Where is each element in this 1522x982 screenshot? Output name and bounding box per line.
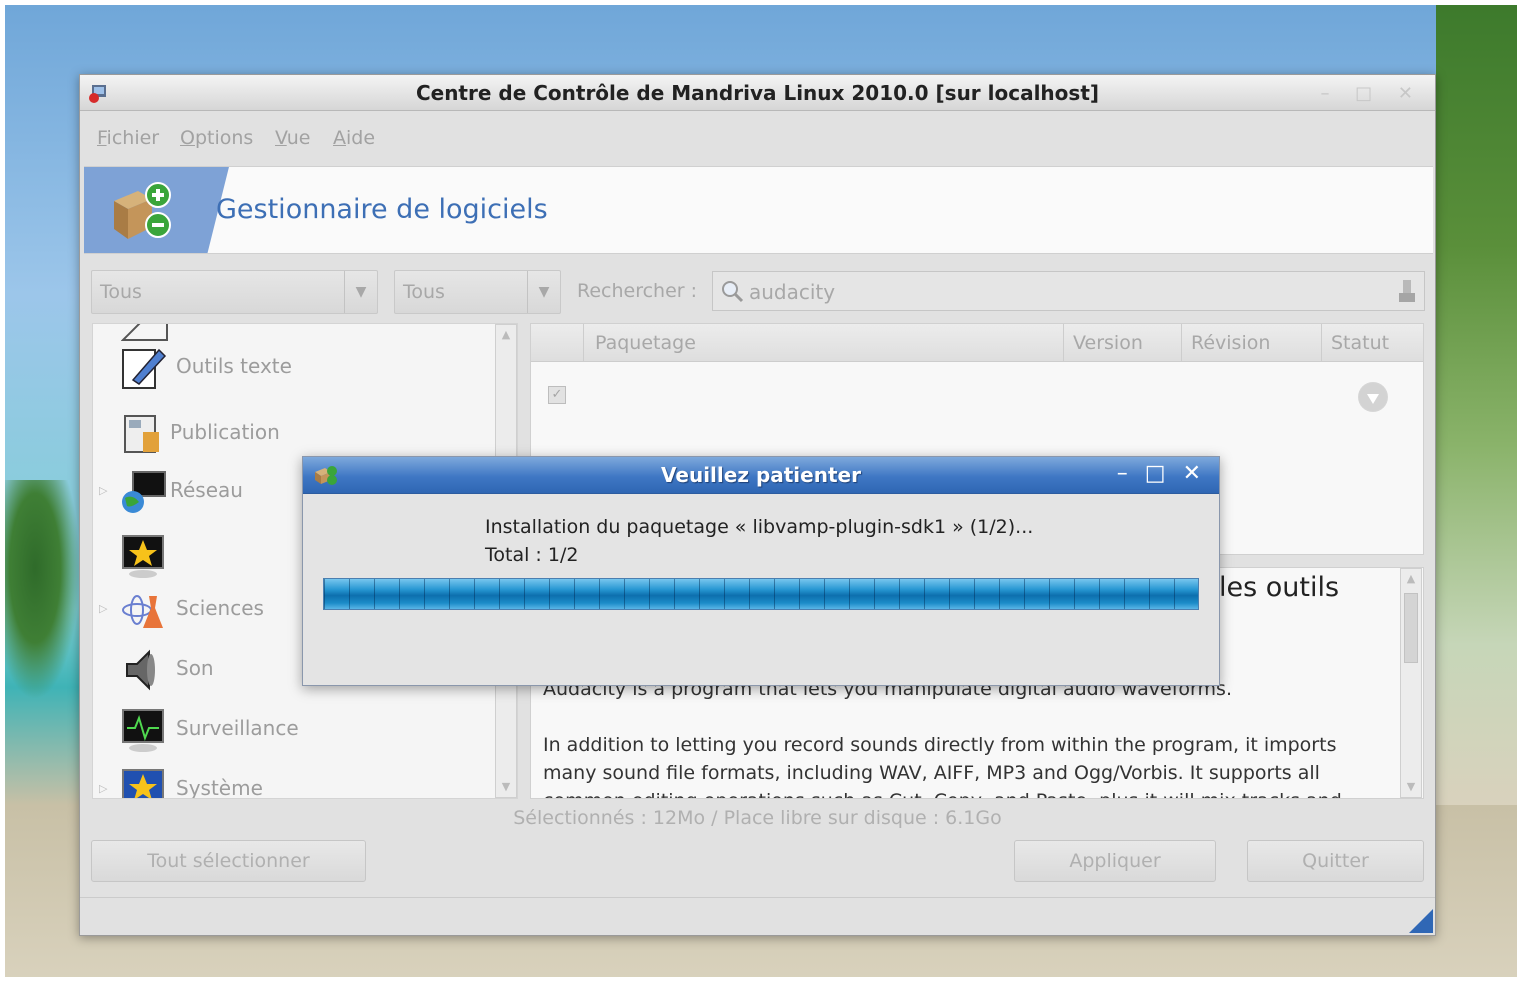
description-title: les outils	[1219, 572, 1340, 603]
dialog-controls: – □ ✕	[1107, 461, 1201, 486]
package-checkbox[interactable]: ✓	[548, 386, 566, 404]
star-screen-icon	[122, 535, 164, 578]
category-item[interactable]: Surveillance	[93, 702, 493, 760]
close-icon[interactable]: ✕	[1183, 461, 1201, 486]
column-separator	[1063, 324, 1064, 362]
category-label: Surveillance	[176, 716, 299, 740]
category-filter-value: Tous	[100, 281, 142, 303]
scroll-down-icon[interactable]: ▼	[496, 777, 516, 797]
scrollbar-thumb[interactable]	[1404, 593, 1418, 663]
selection-info: Sélectionnés : 12Mo / Place libre sur di…	[513, 807, 1002, 829]
expander-arrow-icon[interactable]: ▷	[99, 602, 107, 615]
window-title: Centre de Contrôle de Mandriva Linux 201…	[415, 81, 1100, 105]
menu-options[interactable]: Options	[180, 127, 253, 149]
banner: Gestionnaire de logiciels	[84, 166, 1433, 254]
column-status[interactable]: Statut	[1331, 332, 1389, 354]
column-separator	[1181, 324, 1182, 362]
window-titlebar[interactable]: Centre de Contrôle de Mandriva Linux 201…	[80, 75, 1435, 111]
text-tools-icon	[122, 348, 167, 389]
expander-arrow-icon[interactable]: ▷	[99, 782, 107, 795]
minimize-icon[interactable]: –	[1117, 461, 1128, 486]
install-progress-bar	[323, 578, 1199, 610]
apply-button[interactable]: Appliquer	[1014, 840, 1216, 882]
select-all-button[interactable]: Tout sélectionner	[91, 840, 366, 882]
category-label: Son	[176, 656, 214, 680]
dialog-titlebar[interactable]: Veuillez patienter – □ ✕	[303, 457, 1219, 494]
speaker-icon	[126, 649, 155, 691]
search-icon	[722, 281, 744, 303]
description-text: Audacity is a program that lets you mani…	[543, 675, 1373, 798]
publishing-icon	[124, 415, 159, 453]
menu-vue[interactable]: Vue	[275, 127, 310, 149]
search-label: Rechercher :	[577, 280, 698, 302]
window-controls[interactable]: – □ ✕	[1320, 83, 1423, 104]
column-version[interactable]: Version	[1073, 332, 1143, 354]
maximize-icon[interactable]: □	[1145, 461, 1166, 486]
category-item[interactable]: ▷ Système	[93, 762, 493, 799]
scroll-down-icon[interactable]: ▼	[1401, 777, 1421, 797]
description-paragraph-2: In addition to letting you record sounds…	[543, 734, 1342, 798]
menu-aide[interactable]: Aide	[333, 127, 375, 149]
scroll-up-icon[interactable]: ▲	[1401, 569, 1421, 589]
search-input[interactable]: audacity	[712, 271, 1425, 311]
clear-search-icon[interactable]	[1396, 278, 1418, 304]
menubar: Fichier Options Vue Aide	[80, 119, 1435, 159]
desktop-palm-left	[5, 480, 80, 700]
install-total: Total : 1/2	[485, 544, 579, 566]
install-status-icon	[1358, 382, 1388, 412]
column-separator	[583, 324, 584, 362]
menu-fichier[interactable]: Fichier	[97, 127, 159, 149]
statusbar	[80, 897, 1435, 937]
software-manager-icon	[114, 182, 171, 239]
category-label: Système	[176, 776, 263, 799]
science-icon	[122, 595, 163, 628]
category-filter-combo[interactable]: Tous ▼	[91, 270, 378, 314]
search-value: audacity	[749, 280, 836, 304]
install-message: Installation du paquetage « libvamp-plug…	[485, 516, 1034, 538]
progress-fill	[324, 579, 1198, 609]
description-scrollbar[interactable]: ▲ ▼	[1400, 568, 1422, 798]
quit-button[interactable]: Quitter	[1247, 840, 1424, 882]
system-icon	[122, 769, 164, 798]
desktop-palm-right	[1436, 5, 1517, 805]
column-package[interactable]: Paquetage	[595, 332, 696, 354]
network-icon	[122, 471, 166, 513]
status-filter-value: Tous	[403, 281, 445, 303]
column-revision[interactable]: Révision	[1191, 332, 1270, 354]
dialog-title: Veuillez patienter	[661, 463, 861, 487]
scroll-up-icon[interactable]: ▲	[496, 325, 516, 345]
expander-arrow-icon[interactable]: ▷	[99, 484, 107, 497]
status-filter-combo[interactable]: Tous ▼	[394, 270, 561, 314]
chevron-down-icon: ▼	[344, 271, 377, 313]
chevron-down-icon: ▼	[527, 271, 560, 313]
banner-title: Gestionnaire de logiciels	[216, 194, 548, 225]
resize-grip-icon[interactable]	[1409, 909, 1433, 933]
category-label: Réseau	[170, 478, 243, 502]
progress-dialog: Veuillez patienter – □ ✕ Installation du…	[302, 456, 1220, 686]
category-item[interactable]: Outils texte	[93, 340, 493, 398]
category-label: Sciences	[176, 596, 264, 620]
column-separator	[1321, 324, 1322, 362]
monitoring-icon	[122, 709, 164, 752]
category-label: Publication	[170, 420, 280, 444]
category-label: Outils texte	[176, 354, 292, 378]
package-list-header: Paquetage Version Révision Statut	[531, 324, 1423, 362]
